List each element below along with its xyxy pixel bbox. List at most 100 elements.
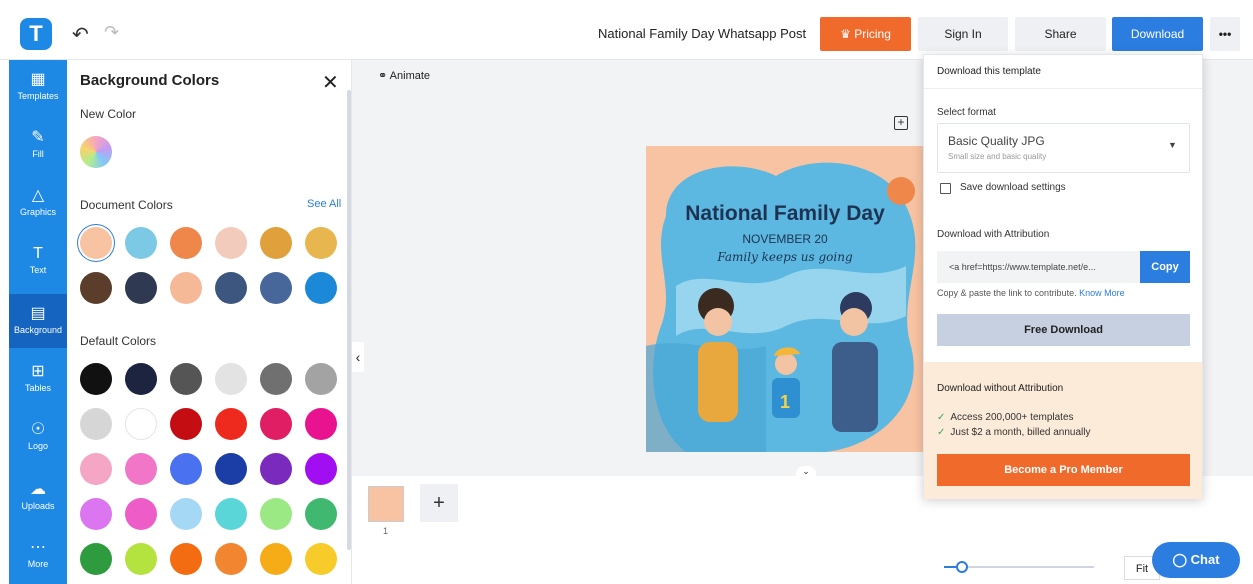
- color-swatch[interactable]: [260, 453, 292, 485]
- more-options-button[interactable]: •••: [1210, 17, 1240, 51]
- design-date: NOVEMBER 20: [742, 232, 828, 246]
- color-swatch[interactable]: [125, 272, 157, 304]
- color-swatch[interactable]: [305, 408, 337, 440]
- redo-icon[interactable]: ↷: [104, 22, 119, 43]
- know-more-link[interactable]: Know More: [1079, 288, 1125, 298]
- share-button[interactable]: Share: [1015, 17, 1106, 51]
- color-swatch[interactable]: [125, 453, 157, 485]
- rail-item-tables[interactable]: ⊞ Tables: [9, 352, 67, 406]
- color-swatch[interactable]: [125, 408, 157, 440]
- color-swatch[interactable]: [260, 408, 292, 440]
- page-thumbnail[interactable]: [368, 486, 404, 522]
- zoom-slider-knob[interactable]: [956, 561, 968, 573]
- new-color-picker[interactable]: [80, 136, 112, 168]
- see-all-link[interactable]: See All: [307, 198, 341, 210]
- color-swatch[interactable]: [305, 227, 337, 259]
- rail-item-logo[interactable]: ☉ Logo: [9, 410, 67, 464]
- design-canvas[interactable]: 1 National Family Day NOVEMBER 20 Family…: [646, 146, 924, 452]
- color-swatch[interactable]: [125, 227, 157, 259]
- save-settings-label: Save download settings: [960, 182, 1066, 193]
- become-pro-button[interactable]: Become a Pro Member: [937, 454, 1190, 486]
- rail-item-templates[interactable]: ▦ Templates: [9, 60, 67, 114]
- more-icon: ⋯: [30, 539, 46, 556]
- document-title[interactable]: National Family Day Whatsapp Post: [598, 26, 806, 41]
- download-button[interactable]: Download: [1112, 17, 1203, 51]
- color-swatch[interactable]: [80, 498, 112, 530]
- color-swatch[interactable]: [215, 543, 247, 575]
- free-download-button[interactable]: Free Download: [937, 314, 1190, 346]
- sign-in-button[interactable]: Sign In: [918, 17, 1008, 51]
- rail-item-uploads[interactable]: ☁ Uploads: [9, 470, 67, 524]
- color-swatch[interactable]: [125, 543, 157, 575]
- rail-item-background[interactable]: ▤ Background: [9, 294, 67, 348]
- color-swatch[interactable]: [260, 227, 292, 259]
- attribution-hint: Copy & paste the link to contribute. Kno…: [937, 288, 1125, 298]
- undo-icon[interactable]: ↶: [72, 22, 89, 47]
- app-logo[interactable]: T: [20, 18, 52, 50]
- graphics-icon: △: [31, 187, 45, 204]
- color-swatch[interactable]: [80, 543, 112, 575]
- color-swatch[interactable]: [215, 453, 247, 485]
- color-swatch[interactable]: [170, 227, 202, 259]
- format-select[interactable]: Basic Quality JPG Small size and basic q…: [937, 123, 1190, 173]
- color-swatch[interactable]: [215, 272, 247, 304]
- color-swatch[interactable]: [215, 363, 247, 395]
- color-swatch[interactable]: [80, 227, 112, 259]
- color-swatch[interactable]: [305, 272, 337, 304]
- app-root: T ↶ ↷ National Family Day Whatsapp Post …: [0, 0, 1253, 584]
- pro-title: Download without Attribution: [937, 383, 1064, 394]
- templates-icon: ▦: [30, 71, 46, 88]
- color-swatch[interactable]: [170, 272, 202, 304]
- color-swatch[interactable]: [260, 498, 292, 530]
- add-page-button[interactable]: +: [420, 484, 458, 522]
- rail-item-text[interactable]: T Text: [9, 234, 67, 288]
- panel-scrollbar[interactable]: [347, 90, 351, 550]
- pricing-button[interactable]: ♛ Pricing: [820, 17, 911, 51]
- color-swatch[interactable]: [305, 543, 337, 575]
- left-rail: ▦ Templates ✎ Fill △ Graphics T Text ▤ B…: [9, 60, 67, 584]
- zoom-slider[interactable]: [944, 561, 1094, 573]
- rail-item-graphics[interactable]: △ Graphics: [9, 176, 67, 230]
- default-colors-label: Default Colors: [80, 334, 157, 348]
- color-swatch[interactable]: [170, 363, 202, 395]
- color-swatch[interactable]: [80, 363, 112, 395]
- color-swatch[interactable]: [125, 498, 157, 530]
- color-swatch[interactable]: [215, 227, 247, 259]
- chevron-down-icon[interactable]: ⌄: [796, 466, 816, 482]
- copy-button[interactable]: Copy: [1140, 251, 1190, 283]
- color-swatch[interactable]: [305, 498, 337, 530]
- attribution-link-field[interactable]: <a href=https://www.template.net/e...: [937, 251, 1140, 283]
- color-swatch[interactable]: [215, 498, 247, 530]
- fill-icon: ✎: [31, 129, 45, 146]
- color-swatch[interactable]: [80, 272, 112, 304]
- color-swatch[interactable]: [125, 363, 157, 395]
- rail-item-fill[interactable]: ✎ Fill: [9, 118, 67, 172]
- color-swatch[interactable]: [260, 272, 292, 304]
- color-swatch[interactable]: [305, 363, 337, 395]
- check-icon: ✓: [937, 412, 946, 423]
- tables-icon: ⊞: [31, 363, 45, 380]
- chat-button[interactable]: ◯ Chat: [1152, 542, 1240, 578]
- color-swatch[interactable]: [170, 498, 202, 530]
- benefit-item: ✓ Just $2 a month, billed annually: [937, 427, 1090, 438]
- color-swatch[interactable]: [80, 453, 112, 485]
- logo-icon: ☉: [30, 421, 46, 438]
- close-icon[interactable]: ✕: [322, 70, 339, 95]
- save-settings-checkbox[interactable]: [940, 183, 951, 194]
- color-swatch[interactable]: [260, 543, 292, 575]
- color-swatch[interactable]: [170, 408, 202, 440]
- benefit-item: ✓ Access 200,000+ templates: [937, 412, 1074, 423]
- color-swatch[interactable]: [260, 363, 292, 395]
- color-swatch[interactable]: [170, 453, 202, 485]
- animate-label: Animate: [389, 70, 431, 82]
- color-swatch[interactable]: [305, 453, 337, 485]
- color-swatch[interactable]: [170, 543, 202, 575]
- color-swatch[interactable]: [80, 408, 112, 440]
- collapse-panel-icon[interactable]: ‹: [352, 342, 364, 372]
- color-swatch[interactable]: [215, 408, 247, 440]
- animate-button[interactable]: ⚭ Animate: [378, 69, 430, 82]
- rail-item-more[interactable]: ⋯ More: [9, 528, 67, 582]
- design-title: National Family Day: [685, 202, 885, 225]
- rail-label: Graphics: [19, 207, 56, 217]
- add-frame-icon[interactable]: +: [894, 116, 908, 130]
